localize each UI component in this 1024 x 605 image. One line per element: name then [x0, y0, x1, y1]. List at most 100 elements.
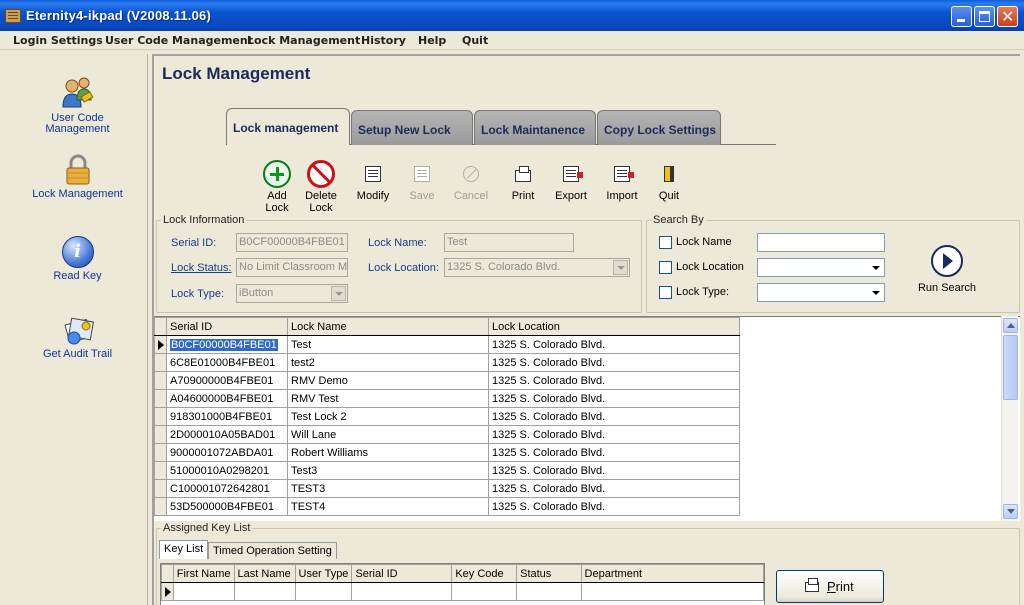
table-row[interactable]: 51000010A0298201 Test3 1325 S. Colorado …	[154, 461, 740, 480]
lock-location-checkbox[interactable]	[659, 261, 672, 274]
scroll-down-icon[interactable]	[1003, 504, 1018, 519]
table-cell[interactable]: Test	[287, 335, 489, 354]
table-cell[interactable]: 1325 S. Colorado Blvd.	[488, 371, 740, 390]
table-cell[interactable]: 53D500000B4FBE01	[166, 497, 288, 516]
table-cell[interactable]: 1325 S. Colorado Blvd.	[488, 479, 740, 498]
table-row[interactable]: 918301000B4FBE01 Test Lock 2 1325 S. Col…	[154, 407, 740, 426]
locks-table-scrollbar[interactable]	[1001, 316, 1018, 521]
quit-toolbar-button[interactable]: Quit	[654, 160, 684, 202]
tab-timed-operation-setting[interactable]: Timed Operation Setting	[208, 542, 337, 559]
menu-lock-management[interactable]: Lock Management	[247, 34, 360, 47]
sidebar-item-user-code-management[interactable]: User Code Management	[7, 74, 148, 135]
table-cell[interactable]: TEST4	[287, 497, 489, 516]
chevron-down-icon[interactable]	[331, 286, 346, 301]
table-row[interactable]	[161, 582, 765, 601]
table-cell[interactable]: Test Lock 2	[287, 407, 489, 426]
table-cell[interactable]	[516, 582, 582, 601]
menu-help[interactable]: Help	[418, 34, 446, 47]
tab-lock-maintanence[interactable]: Lock Maintanence	[474, 110, 596, 145]
column-header-first-name[interactable]: First Name	[172, 564, 235, 583]
table-cell[interactable]: 1325 S. Colorado Blvd.	[488, 443, 740, 462]
serial-id-field[interactable]: B0CF00000B4FBE01	[236, 233, 348, 252]
table-cell[interactable]	[580, 582, 765, 601]
column-header-serial-id[interactable]: Serial ID	[351, 564, 453, 583]
menu-quit[interactable]: Quit	[462, 34, 488, 47]
search-lock-name-input[interactable]	[757, 233, 885, 252]
sidebar-item-get-audit-trail[interactable]: Get Audit Trail	[7, 316, 148, 360]
maximize-button[interactable]	[974, 6, 995, 27]
delete-lock-button[interactable]: Delete Lock	[301, 160, 341, 214]
chevron-down-icon[interactable]	[868, 285, 883, 300]
column-header-key-code[interactable]: Key Code	[451, 564, 518, 583]
lock-type-checkbox[interactable]	[659, 286, 672, 299]
tab-key-list[interactable]: Key List	[159, 540, 209, 559]
table-cell[interactable]: 6C8E01000B4FBE01	[166, 353, 288, 372]
print-toolbar-button[interactable]: Print	[508, 160, 538, 202]
lock-name-checkbox[interactable]	[659, 236, 672, 249]
cancel-button[interactable]: Cancel	[451, 160, 491, 202]
minimize-button[interactable]	[951, 6, 972, 27]
table-cell[interactable]: C100001072642801	[166, 479, 288, 498]
table-cell[interactable]: A04600000B4FBE01	[166, 389, 288, 408]
table-cell[interactable]: TEST3	[287, 479, 489, 498]
table-row[interactable]: A70900000B4FBE01 RMV Demo 1325 S. Colora…	[154, 371, 740, 390]
table-row[interactable]: 6C8E01000B4FBE01 test2 1325 S. Colorado …	[154, 353, 740, 372]
table-cell[interactable]: 1325 S. Colorado Blvd.	[488, 389, 740, 408]
run-search-button[interactable]: Run Search	[915, 245, 979, 294]
table-cell[interactable]: 1325 S. Colorado Blvd.	[488, 461, 740, 480]
table-row[interactable]: 53D500000B4FBE01 TEST4 1325 S. Colorado …	[154, 497, 740, 516]
lock-status-field[interactable]: No Limit Classroom Mo	[236, 258, 348, 277]
search-lock-location-select[interactable]	[757, 258, 885, 277]
chevron-down-icon[interactable]	[613, 260, 628, 275]
table-cell[interactable]: 51000010A0298201	[166, 461, 288, 480]
tab-setup-new-lock[interactable]: Setup New Lock	[351, 110, 473, 145]
table-row[interactable]: A04600000B4FBE01 RMV Test 1325 S. Colora…	[154, 389, 740, 408]
lock-name-field[interactable]: Test	[444, 233, 574, 252]
column-header-serial-id[interactable]: Serial ID	[166, 317, 288, 336]
table-cell[interactable]	[351, 582, 453, 601]
table-cell[interactable]: B0CF00000B4FBE01	[166, 335, 288, 354]
sidebar-item-read-key[interactable]: i Read Key	[7, 236, 148, 282]
tab-copy-lock-settings[interactable]: Copy Lock Settings	[597, 110, 721, 145]
table-row[interactable]: B0CF00000B4FBE01 Test 1325 S. Colorado B…	[154, 335, 740, 354]
column-header-last-name[interactable]: Last Name	[233, 564, 296, 583]
table-cell[interactable]	[451, 582, 518, 601]
lock-status-link[interactable]: Lock Status:	[171, 262, 232, 274]
column-header-department[interactable]: Department	[580, 564, 765, 583]
table-cell[interactable]: 1325 S. Colorado Blvd.	[488, 497, 740, 516]
table-row[interactable]: 2D000010A05BAD01 Will Lane 1325 S. Color…	[154, 425, 740, 444]
table-cell[interactable]: 2D000010A05BAD01	[166, 425, 288, 444]
modify-button[interactable]: Modify	[353, 160, 393, 202]
table-cell[interactable]: 1325 S. Colorado Blvd.	[488, 335, 740, 354]
close-button[interactable]: ✕	[997, 6, 1018, 27]
table-cell[interactable]: Will Lane	[287, 425, 489, 444]
table-cell[interactable]: A70900000B4FBE01	[166, 371, 288, 390]
column-header-status[interactable]: Status	[516, 564, 582, 583]
menu-history[interactable]: History	[361, 34, 406, 47]
table-cell[interactable]: 1325 S. Colorado Blvd.	[488, 425, 740, 444]
print-button[interactable]: Print	[776, 570, 884, 603]
table-cell[interactable]: Test3	[287, 461, 489, 480]
table-cell[interactable]: 1325 S. Colorado Blvd.	[488, 407, 740, 426]
menu-login-settings[interactable]: Login Settings	[13, 34, 103, 47]
table-cell[interactable]: 9000001072ABDA01	[166, 443, 288, 462]
table-cell[interactable]: Robert Williams	[287, 443, 489, 462]
search-lock-type-select[interactable]	[757, 283, 885, 302]
table-cell[interactable]: RMV Test	[287, 389, 489, 408]
chevron-down-icon[interactable]	[868, 260, 883, 275]
column-header-lock-location[interactable]: Lock Location	[488, 317, 740, 336]
tab-lock-management[interactable]: Lock management	[226, 108, 350, 145]
table-row[interactable]: 9000001072ABDA01 Robert Williams 1325 S.…	[154, 443, 740, 462]
import-button[interactable]: Import	[604, 160, 640, 202]
table-row[interactable]: C100001072642801 TEST3 1325 S. Colorado …	[154, 479, 740, 498]
table-cell[interactable]: RMV Demo	[287, 371, 489, 390]
scroll-up-icon[interactable]	[1003, 318, 1018, 333]
table-cell[interactable]: test2	[287, 353, 489, 372]
sidebar-item-lock-management[interactable]: Lock Management	[7, 154, 148, 200]
table-cell[interactable]: 1325 S. Colorado Blvd.	[488, 353, 740, 372]
table-cell[interactable]: 918301000B4FBE01	[166, 407, 288, 426]
menu-user-code-management[interactable]: User Code Management	[105, 34, 253, 47]
column-header-lock-name[interactable]: Lock Name	[287, 317, 489, 336]
table-cell[interactable]	[172, 582, 235, 601]
table-cell[interactable]	[233, 582, 296, 601]
